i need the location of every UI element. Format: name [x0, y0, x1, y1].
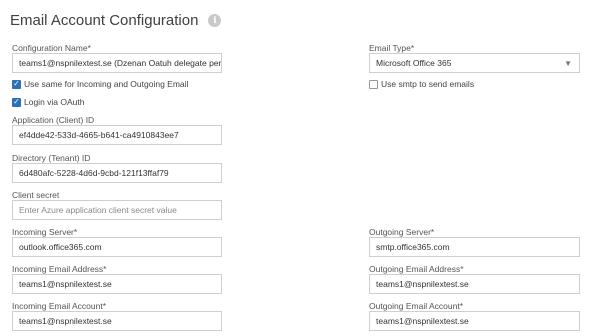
outgoing-server-input[interactable]: smtp.office365.com	[369, 237, 580, 257]
client-secret-input[interactable]: Enter Azure application client secret va…	[12, 200, 222, 220]
outgoing-account-label: Outgoing Email Account*	[369, 301, 464, 311]
client-secret-label: Client secret	[12, 190, 60, 200]
email-type-value: Microsoft Office 365	[376, 58, 452, 68]
use-same-checkbox-row[interactable]: ✓ Use same for Incoming and Outgoing Ema…	[12, 79, 188, 89]
use-smtp-checkbox-row[interactable]: Use smtp to send emails	[369, 79, 474, 89]
client-id-input[interactable]: ef4dde42-533d-4665-b641-ca4910843ee7	[12, 125, 222, 145]
outgoing-account-input[interactable]: teams1@nspnilextest.se	[369, 311, 580, 331]
incoming-server-input[interactable]: outlook.office365.com	[12, 237, 222, 257]
chevron-down-icon: ▼	[564, 59, 572, 68]
incoming-address-input[interactable]: teams1@nspnilextest.se	[12, 274, 222, 294]
config-name-input[interactable]: teams1@nspnilextest.se (Dzenan Oatuh del…	[12, 53, 222, 73]
outgoing-address-input[interactable]: teams1@nspnilextest.se	[369, 274, 580, 294]
use-smtp-checkbox[interactable]	[369, 79, 378, 89]
incoming-account-input[interactable]: teams1@nspnilextest.se	[12, 311, 222, 331]
info-icon[interactable]: i	[208, 14, 222, 27]
email-type-label: Email Type*	[369, 43, 415, 53]
login-oauth-checkbox-row[interactable]: ✓ Login via OAuth	[12, 97, 84, 107]
outgoing-server-label: Outgoing Server*	[369, 227, 435, 237]
use-same-checkbox[interactable]: ✓	[12, 79, 21, 89]
config-name-label: Configuration Name*	[12, 43, 91, 53]
use-smtp-label: Use smtp to send emails	[381, 79, 475, 89]
login-oauth-checkbox[interactable]: ✓	[12, 97, 21, 107]
incoming-account-label: Incoming Email Account*	[12, 301, 107, 311]
email-type-select[interactable]: Microsoft Office 365 ▼	[369, 53, 580, 73]
login-oauth-label: Login via OAuth	[24, 97, 85, 107]
tenant-id-input[interactable]: 6d480afc-5228-4d6d-9cbd-121f13ffaf79	[12, 163, 222, 183]
incoming-address-label: Incoming Email Address*	[12, 264, 107, 274]
use-same-label: Use same for Incoming and Outgoing Email	[24, 79, 189, 89]
tenant-id-label: Directory (Tenant) ID	[12, 153, 91, 163]
client-id-label: Application (Client) ID	[12, 115, 95, 125]
incoming-server-label: Incoming Server*	[12, 227, 78, 237]
page-title: Email Account Configuration i	[10, 12, 222, 29]
page-title-text: Email Account Configuration	[10, 12, 199, 29]
outgoing-address-label: Outgoing Email Address*	[369, 264, 464, 274]
